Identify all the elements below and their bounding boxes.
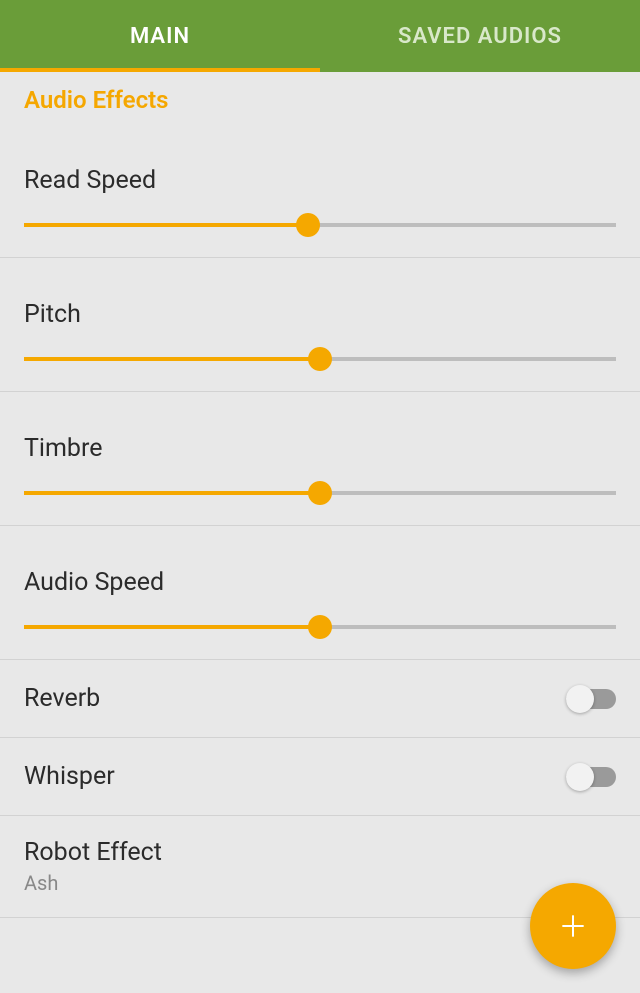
audio-speed-slider[interactable] bbox=[24, 625, 616, 629]
slider-row-timbre: Timbre bbox=[0, 392, 640, 526]
tab-main[interactable]: MAIN bbox=[0, 0, 320, 72]
slider-row-audio-speed: Audio Speed bbox=[0, 526, 640, 660]
timbre-label: Timbre bbox=[24, 434, 616, 463]
slider-thumb[interactable] bbox=[308, 615, 332, 639]
reverb-label: Reverb bbox=[24, 684, 100, 713]
tabbar: MAIN SAVED AUDIOS bbox=[0, 0, 640, 72]
toggle-knob bbox=[566, 685, 594, 713]
toggle-knob bbox=[566, 763, 594, 791]
whisper-label: Whisper bbox=[24, 762, 115, 791]
whisper-toggle[interactable] bbox=[566, 767, 616, 787]
slider-thumb[interactable] bbox=[296, 213, 320, 237]
slider-fill bbox=[24, 625, 320, 629]
section-title: Audio Effects bbox=[0, 72, 640, 124]
add-button[interactable] bbox=[530, 883, 616, 969]
tab-saved-label: SAVED AUDIOS bbox=[398, 24, 562, 49]
slider-fill bbox=[24, 223, 308, 227]
robot-effect-value: Ash bbox=[24, 871, 616, 895]
toggle-row-whisper: Whisper bbox=[0, 738, 640, 816]
reverb-toggle[interactable] bbox=[566, 689, 616, 709]
read-speed-slider[interactable] bbox=[24, 223, 616, 227]
toggle-row-reverb: Reverb bbox=[0, 660, 640, 738]
pitch-label: Pitch bbox=[24, 300, 616, 329]
slider-thumb[interactable] bbox=[308, 481, 332, 505]
robot-effect-label: Robot Effect bbox=[24, 838, 616, 867]
read-speed-label: Read Speed bbox=[24, 166, 616, 195]
slider-row-pitch: Pitch bbox=[0, 258, 640, 392]
slider-thumb[interactable] bbox=[308, 347, 332, 371]
slider-row-read-speed: Read Speed bbox=[0, 124, 640, 258]
tab-saved-audios[interactable]: SAVED AUDIOS bbox=[320, 0, 640, 72]
slider-fill bbox=[24, 357, 320, 361]
tab-main-label: MAIN bbox=[130, 24, 190, 49]
plus-icon bbox=[557, 910, 589, 942]
pitch-slider[interactable] bbox=[24, 357, 616, 361]
audio-speed-label: Audio Speed bbox=[24, 568, 616, 597]
timbre-slider[interactable] bbox=[24, 491, 616, 495]
slider-fill bbox=[24, 491, 320, 495]
